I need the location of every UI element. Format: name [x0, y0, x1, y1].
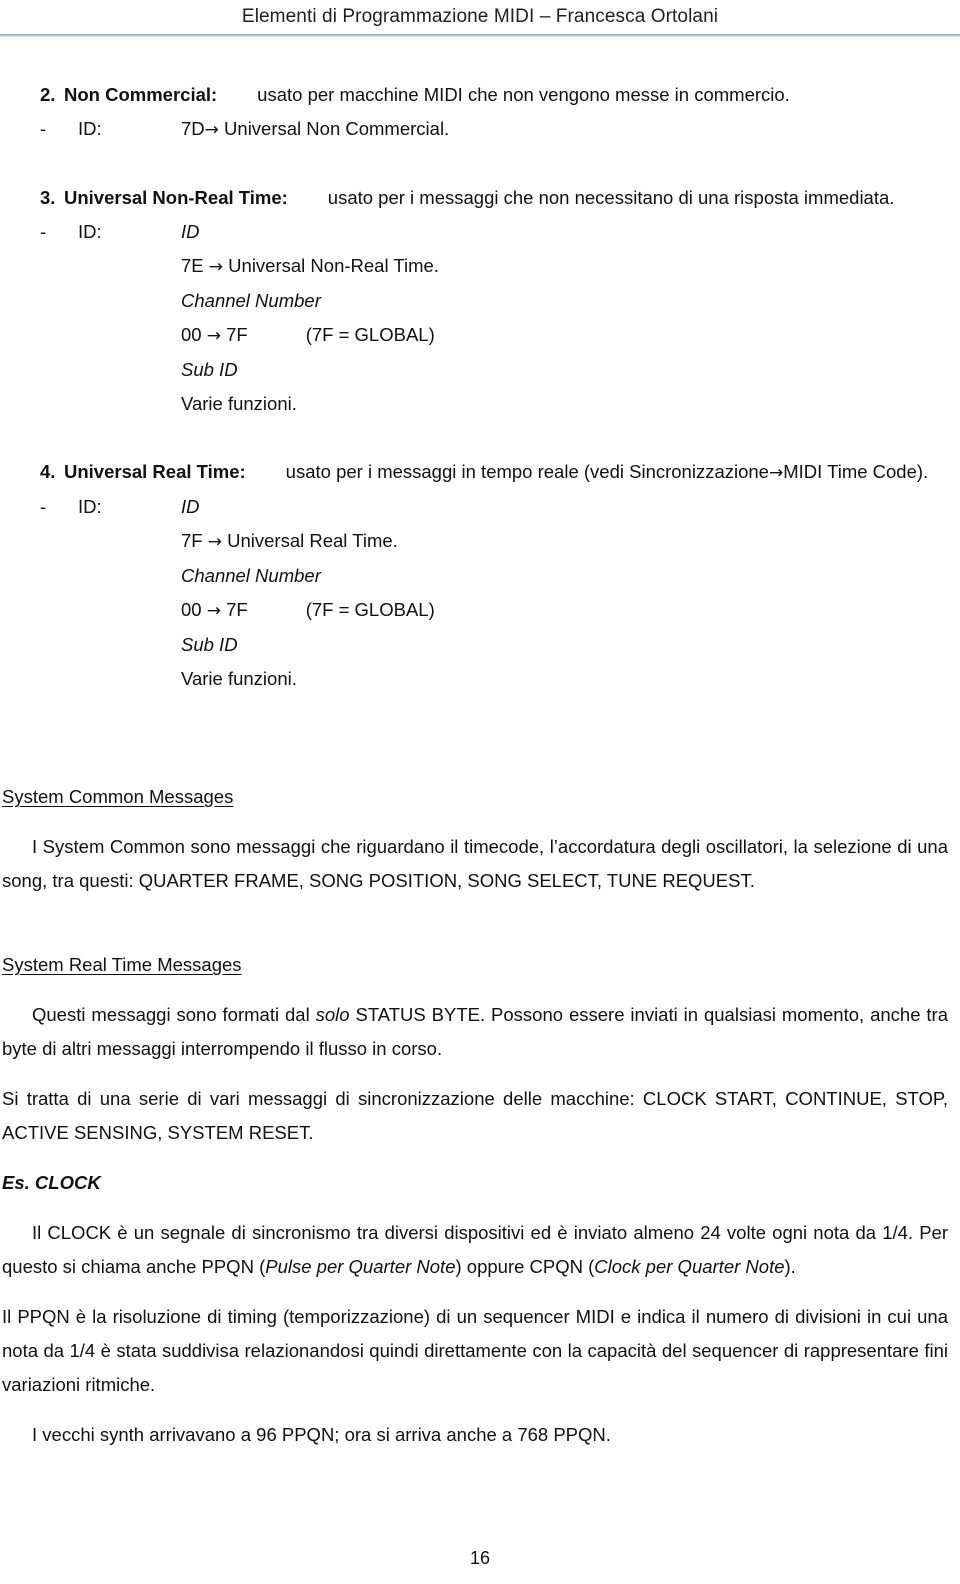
paragraph-status-byte: Questi messaggi sono formati dal solo ST… [2, 998, 948, 1066]
sub-detail-note: (7F = GLOBAL) [305, 599, 435, 620]
sub-detail-code: Varie funzioni. [181, 668, 297, 689]
sub-detail-code: 7E [181, 255, 204, 276]
list-item-label: Universal Non-Real Time: [64, 187, 288, 208]
sub-detail-code: Channel Number [181, 565, 321, 586]
page-number: 16 [469, 1548, 491, 1568]
emphasis-clock-per-quarter-note: Clock per Quarter Note [594, 1256, 785, 1277]
sub-detail-line: 00 → 7F (7F = GLOBAL) [2, 593, 948, 628]
list-item-description: usato per macchine MIDI che non vengono … [257, 84, 790, 105]
paragraph-text-part: Questi messaggi sono formati dal [32, 1004, 316, 1025]
list-item-universal-non-real-time: 3. Universal Non-Real Time: usato per i me… [2, 181, 948, 215]
document-header-title: Elementi di Programmazione MIDI – France… [241, 6, 719, 27]
list-item-description: usato per i messaggi che non necessitano… [327, 187, 895, 208]
right-arrow-icon: → [207, 532, 222, 552]
list-item-label: Non Commercial: [64, 84, 218, 105]
list-item-universal-real-time: 4. Universal Real Time: usato per i messag… [2, 455, 948, 490]
example-heading-clock: Es. CLOCK [2, 1172, 101, 1193]
section-heading-system-real-time: System Real Time Messages [2, 954, 242, 975]
right-arrow-icon: → [206, 326, 221, 346]
list-item-description: usato per i messaggi in tempo reale (ved… [285, 461, 769, 482]
sub-item-value: ID [181, 496, 200, 517]
document-body: 2. Non Commercial: usato per macchine MIDI… [2, 78, 948, 1452]
emphasis-pulse-per-quarter-note: Pulse per Quarter Note [265, 1256, 456, 1277]
sub-detail-note: (7F = GLOBAL) [305, 324, 435, 345]
header-divider-rule [0, 34, 960, 37]
sub-detail-line: Varie funzioni. [2, 387, 948, 421]
list-item-number: 2. [40, 84, 56, 105]
sub-detail-code: Sub ID [181, 634, 238, 655]
sub-item-id-universal-real-time: - ID: ID [2, 490, 948, 524]
list-item-number: 3. [40, 187, 56, 208]
sub-detail-line: Varie funzioni. [2, 662, 948, 696]
sub-detail-code: Sub ID [181, 359, 238, 380]
paragraph-text-part: ) oppure CPQN ( [455, 1256, 595, 1277]
sub-item-target: Universal Non Commercial. [224, 118, 450, 139]
right-arrow-icon: → [206, 601, 221, 621]
right-arrow-icon: → [768, 463, 784, 483]
paragraph-clock-description: Il CLOCK è un segnale di sincronismo tra… [2, 1216, 948, 1284]
sub-detail-target: Universal Real Time. [227, 530, 398, 551]
list-item-non-commercial: 2. Non Commercial: usato per macchine MIDI… [2, 78, 948, 112]
right-arrow-icon: → [208, 257, 224, 277]
list-item-label: Universal Real Time: [64, 461, 246, 482]
sub-detail-code: 00 [181, 599, 202, 620]
sub-detail-target: 7F [226, 599, 248, 620]
paragraph-system-common: I System Common sono messaggi che riguar… [2, 836, 948, 891]
dash-bullet: - [40, 118, 47, 139]
paragraph-sync-messages: Si tratta di una serie di vari messaggi … [2, 1088, 948, 1143]
sub-detail-line: Sub ID [2, 628, 948, 662]
sub-detail-target: 7F [226, 324, 248, 345]
sub-detail-line: 7F → Universal Real Time. [2, 524, 948, 559]
dash-bullet: - [40, 496, 47, 517]
section-heading-system-common: System Common Messages [2, 786, 234, 807]
sub-item-key: ID: [78, 221, 102, 242]
sub-item-key: ID: [78, 118, 102, 139]
list-item-number: 4. [40, 461, 56, 482]
right-arrow-icon: → [204, 120, 219, 140]
paragraph-ppqn-definition: Il PPQN è la risoluzione di timing (temp… [2, 1306, 948, 1395]
sub-item-id-non-commercial: - ID: 7D→ Universal Non Commercial. [2, 112, 948, 147]
paragraph-ppqn-values: I vecchi synth arrivavano a 96 PPQN; ora… [32, 1424, 611, 1445]
sub-detail-line: Channel Number [2, 284, 948, 318]
emphasis-solo: solo [315, 1004, 350, 1025]
sub-detail-line: Channel Number [2, 559, 948, 593]
sub-detail-line: 7E → Universal Non-Real Time. [2, 249, 948, 284]
page-header: Elementi di Programmazione MIDI – France… [0, 0, 960, 40]
paragraph-text-part: ). [784, 1256, 796, 1277]
sub-detail-code: 00 [181, 324, 202, 345]
dash-bullet: - [40, 221, 47, 242]
sub-detail-line: Sub ID [2, 353, 948, 387]
sub-detail-code: 7F [181, 530, 203, 551]
list-item-description-tail: MIDI Time Code). [783, 461, 929, 482]
sub-item-key: ID: [78, 496, 102, 517]
sub-item-value: ID [181, 221, 200, 242]
sub-detail-code: Varie funzioni. [181, 393, 297, 414]
sub-detail-target: Universal Non-Real Time. [228, 255, 439, 276]
sub-item-value: 7D [181, 118, 205, 139]
sub-item-id-universal-non-real-time: - ID: ID [2, 215, 948, 249]
sub-detail-line: 00 → 7F (7F = GLOBAL) [2, 318, 948, 353]
sub-detail-code: Channel Number [181, 290, 321, 311]
